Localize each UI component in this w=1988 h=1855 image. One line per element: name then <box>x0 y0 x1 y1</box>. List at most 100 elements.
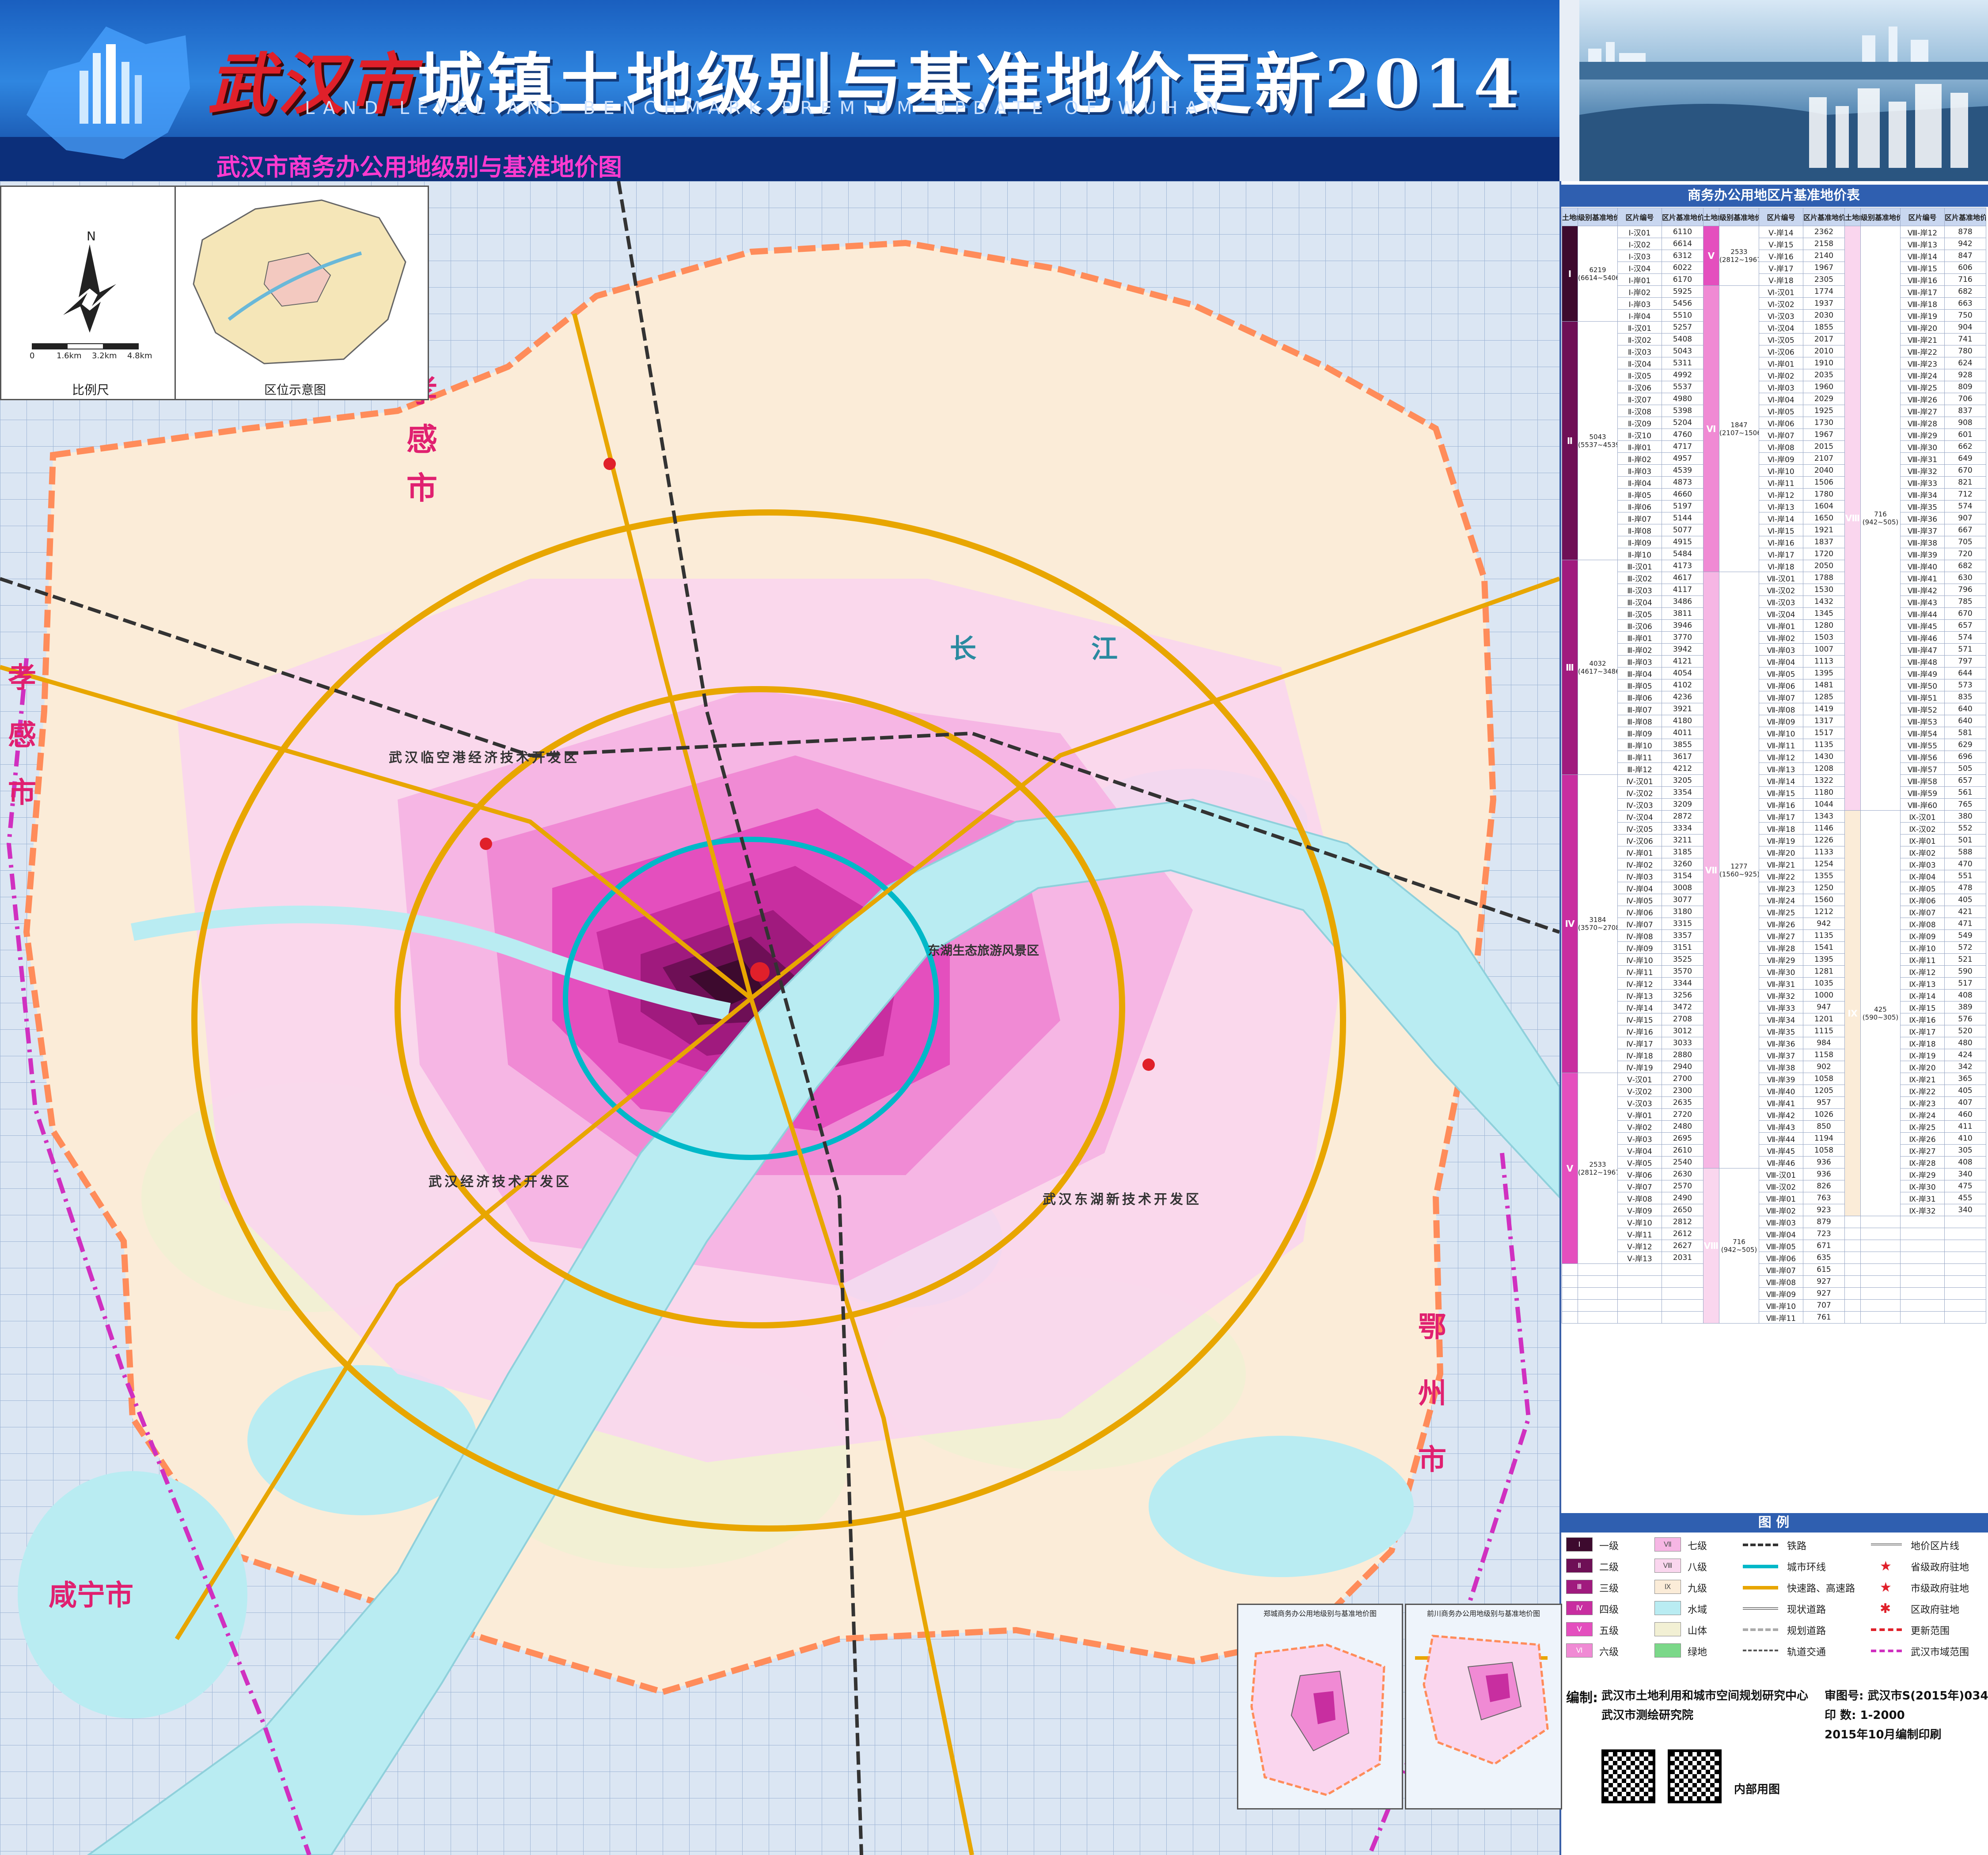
empty-cell <box>1662 1311 1703 1324</box>
zone-price-cell: 663 <box>1944 297 1986 310</box>
legend-swatch-level: Ⅲ <box>1566 1580 1593 1594</box>
qr-code-icon[interactable] <box>1601 1749 1655 1803</box>
empty-cell <box>1860 1299 1901 1312</box>
zone-price-cell: 3344 <box>1662 977 1703 990</box>
zone-id-cell: Ⅶ-岸40 <box>1759 1085 1803 1097</box>
label-changjiang: 长江 <box>950 634 1233 664</box>
legend-swatch: Ⅶ <box>1654 1537 1681 1552</box>
zone-price-cell: 2030 <box>1803 309 1845 322</box>
empty-cell <box>1662 1299 1703 1312</box>
zone-id-cell: Ⅳ-汉06 <box>1617 834 1662 846</box>
empty-cell <box>1617 1287 1662 1300</box>
zone-id-cell: Ⅸ-岸12 <box>1900 965 1945 978</box>
zone-price-cell: 879 <box>1803 1216 1845 1228</box>
zone-id-cell: Ⅲ-汉06 <box>1617 619 1662 632</box>
zone-id-cell: Ⅷ-岸12 <box>1900 226 1945 238</box>
zone-price-cell: 1541 <box>1803 941 1845 954</box>
level-cell: Ⅵ <box>1703 285 1719 572</box>
zone-id-cell: Ⅷ-岸52 <box>1900 703 1945 715</box>
zone-id-cell: Ⅷ-岸17 <box>1900 285 1945 298</box>
zone-id-cell: Ⅸ-岸01 <box>1900 834 1945 846</box>
legend-label: 山体 <box>1688 1626 1707 1637</box>
zone-price-cell: 2010 <box>1803 345 1845 357</box>
inset-zhengcheng[interactable]: 郑城商务办公用地级别与基准地价图 <box>1237 1604 1403 1809</box>
zone-id-cell: Ⅶ-汉04 <box>1759 607 1803 620</box>
zone-price-cell: 1000 <box>1803 989 1845 1001</box>
zone-id-cell: Ⅶ-岸38 <box>1759 1061 1803 1073</box>
zone-price-cell: 640 <box>1944 703 1986 715</box>
legend-swatch-level: Ⅱ <box>1566 1559 1593 1573</box>
zone-price-cell: 471 <box>1944 918 1986 930</box>
zone-price-cell: 3946 <box>1662 619 1703 632</box>
empty-cell <box>1617 1299 1662 1312</box>
zone-id-cell: Ⅶ-岸18 <box>1759 822 1803 835</box>
zone-price-cell: 3260 <box>1662 858 1703 870</box>
zone-id-cell: Ⅶ-岸03 <box>1759 643 1803 656</box>
zone-id-cell: Ⅷ-汉02 <box>1759 1180 1803 1192</box>
zone-price-cell: 936 <box>1803 1168 1845 1180</box>
zone-id-cell: Ⅴ-岸08 <box>1617 1192 1662 1204</box>
zone-price-cell: 1281 <box>1803 965 1845 978</box>
zone-price-cell: 670 <box>1944 464 1986 477</box>
legend-swatch <box>1654 1601 1681 1615</box>
price-table-header: 土地级别 级别基准地价(元/建筑平方米) 区片编号 区片基准地价(元/建筑平方米… <box>1562 208 1986 226</box>
zone-id-cell: Ⅷ-岸01 <box>1759 1192 1803 1204</box>
table-row: Ⅱ-岸07 5144 Ⅵ-岸14 1650 Ⅷ-岸36 907 <box>1562 512 1986 524</box>
zone-id-cell: Ⅸ-岸26 <box>1900 1132 1945 1145</box>
header-zone-price: 区片基准地价(元/建筑平方米) <box>1944 208 1986 226</box>
zone-id-cell: Ⅶ-岸01 <box>1759 619 1803 632</box>
zone-id-cell: Ⅵ-岸08 <box>1759 440 1803 453</box>
zone-id-cell: Ⅳ-岸15 <box>1617 1013 1662 1025</box>
zone-price-cell: 505 <box>1944 762 1986 775</box>
zone-price-cell: 4117 <box>1662 584 1703 596</box>
zone-id-cell: Ⅶ-岸12 <box>1759 751 1803 763</box>
zone-id-cell: Ⅷ-岸20 <box>1900 321 1945 334</box>
zone-price-cell: 1026 <box>1803 1108 1845 1121</box>
zone-price-cell: 576 <box>1944 1013 1986 1025</box>
legend-label: 九级 <box>1688 1583 1707 1594</box>
zone-id-cell: Ⅱ-汉02 <box>1617 333 1662 345</box>
zone-id-cell: Ⅳ-岸13 <box>1617 989 1662 1001</box>
table-row: Ⅲ-岸10 3855 Ⅶ-岸11 1135 Ⅷ-岸55 629 <box>1562 739 1986 751</box>
table-row: Ⅳ-岸17 3033 Ⅶ-岸36 984 Ⅸ-岸18 480 <box>1562 1037 1986 1049</box>
zone-id-cell: Ⅲ-岸08 <box>1617 715 1662 727</box>
level-price-cell: 1847 (2107~1506) <box>1719 285 1759 572</box>
zone-price-cell: 821 <box>1944 476 1986 489</box>
table-row: Ⅳ-岸02 3260 Ⅶ-岸21 1254 Ⅸ-岸03 470 <box>1562 858 1986 870</box>
zone-price-cell: 850 <box>1803 1120 1845 1133</box>
zone-id-cell: Ⅶ-岸44 <box>1759 1132 1803 1145</box>
zone-id-cell: Ⅷ-岸55 <box>1900 739 1945 751</box>
legend-label-level: 二级 <box>1599 1562 1619 1573</box>
empty-cell <box>1944 1275 1986 1288</box>
zone-id-cell: Ⅲ-岸10 <box>1617 739 1662 751</box>
zone-price-cell: 478 <box>1944 882 1986 894</box>
level-price-cell: 6219 (6614~5406) <box>1578 226 1618 322</box>
zone-id-cell: Ⅷ-岸36 <box>1900 512 1945 524</box>
zone-id-cell: Ⅵ-岸15 <box>1759 524 1803 536</box>
zone-price-cell: 3942 <box>1662 643 1703 656</box>
zone-price-cell: 521 <box>1944 953 1986 966</box>
zone-id-cell: Ⅸ-岸05 <box>1900 882 1945 894</box>
zone-id-cell: Ⅷ-岸22 <box>1900 345 1945 357</box>
empty-cell <box>1944 1263 1986 1276</box>
zone-price-cell: 365 <box>1944 1073 1986 1085</box>
zone-price-cell: 2940 <box>1662 1061 1703 1073</box>
table-row: Ⅳ-岸07 3315 Ⅶ-岸26 942 Ⅸ-岸08 471 <box>1562 918 1986 930</box>
inset-qianchuan[interactable]: 前川商务办公用地级别与基准地价图 <box>1405 1604 1562 1809</box>
zone-price-cell: 405 <box>1944 1085 1986 1097</box>
zone-price-cell: 4915 <box>1662 536 1703 548</box>
zone-id-cell: Ⅷ-岸59 <box>1900 786 1945 799</box>
zone-id-cell: Ⅳ-岸03 <box>1617 870 1662 882</box>
legend-line-symbol <box>1743 1586 1778 1589</box>
zone-price-cell: 1430 <box>1803 751 1845 763</box>
zone-id-cell: Ⅸ-岸07 <box>1900 906 1945 918</box>
empty-cell <box>1844 1275 1861 1288</box>
empty-cell <box>1944 1252 1986 1264</box>
qr-code-icon[interactable] <box>1668 1749 1722 1803</box>
zone-price-cell: 572 <box>1944 941 1986 954</box>
zone-price-cell: 3525 <box>1662 953 1703 966</box>
table-row: Ⅳ-岸01 3185 Ⅶ-岸20 1133 Ⅸ-岸02 588 <box>1562 846 1986 858</box>
zone-id-cell: Ⅷ-岸50 <box>1900 679 1945 691</box>
zone-id-cell: Ⅲ-汉02 <box>1617 572 1662 584</box>
table-row: Ⅱ-岸09 4915 Ⅵ-岸16 1837 Ⅷ-岸38 705 <box>1562 536 1986 548</box>
